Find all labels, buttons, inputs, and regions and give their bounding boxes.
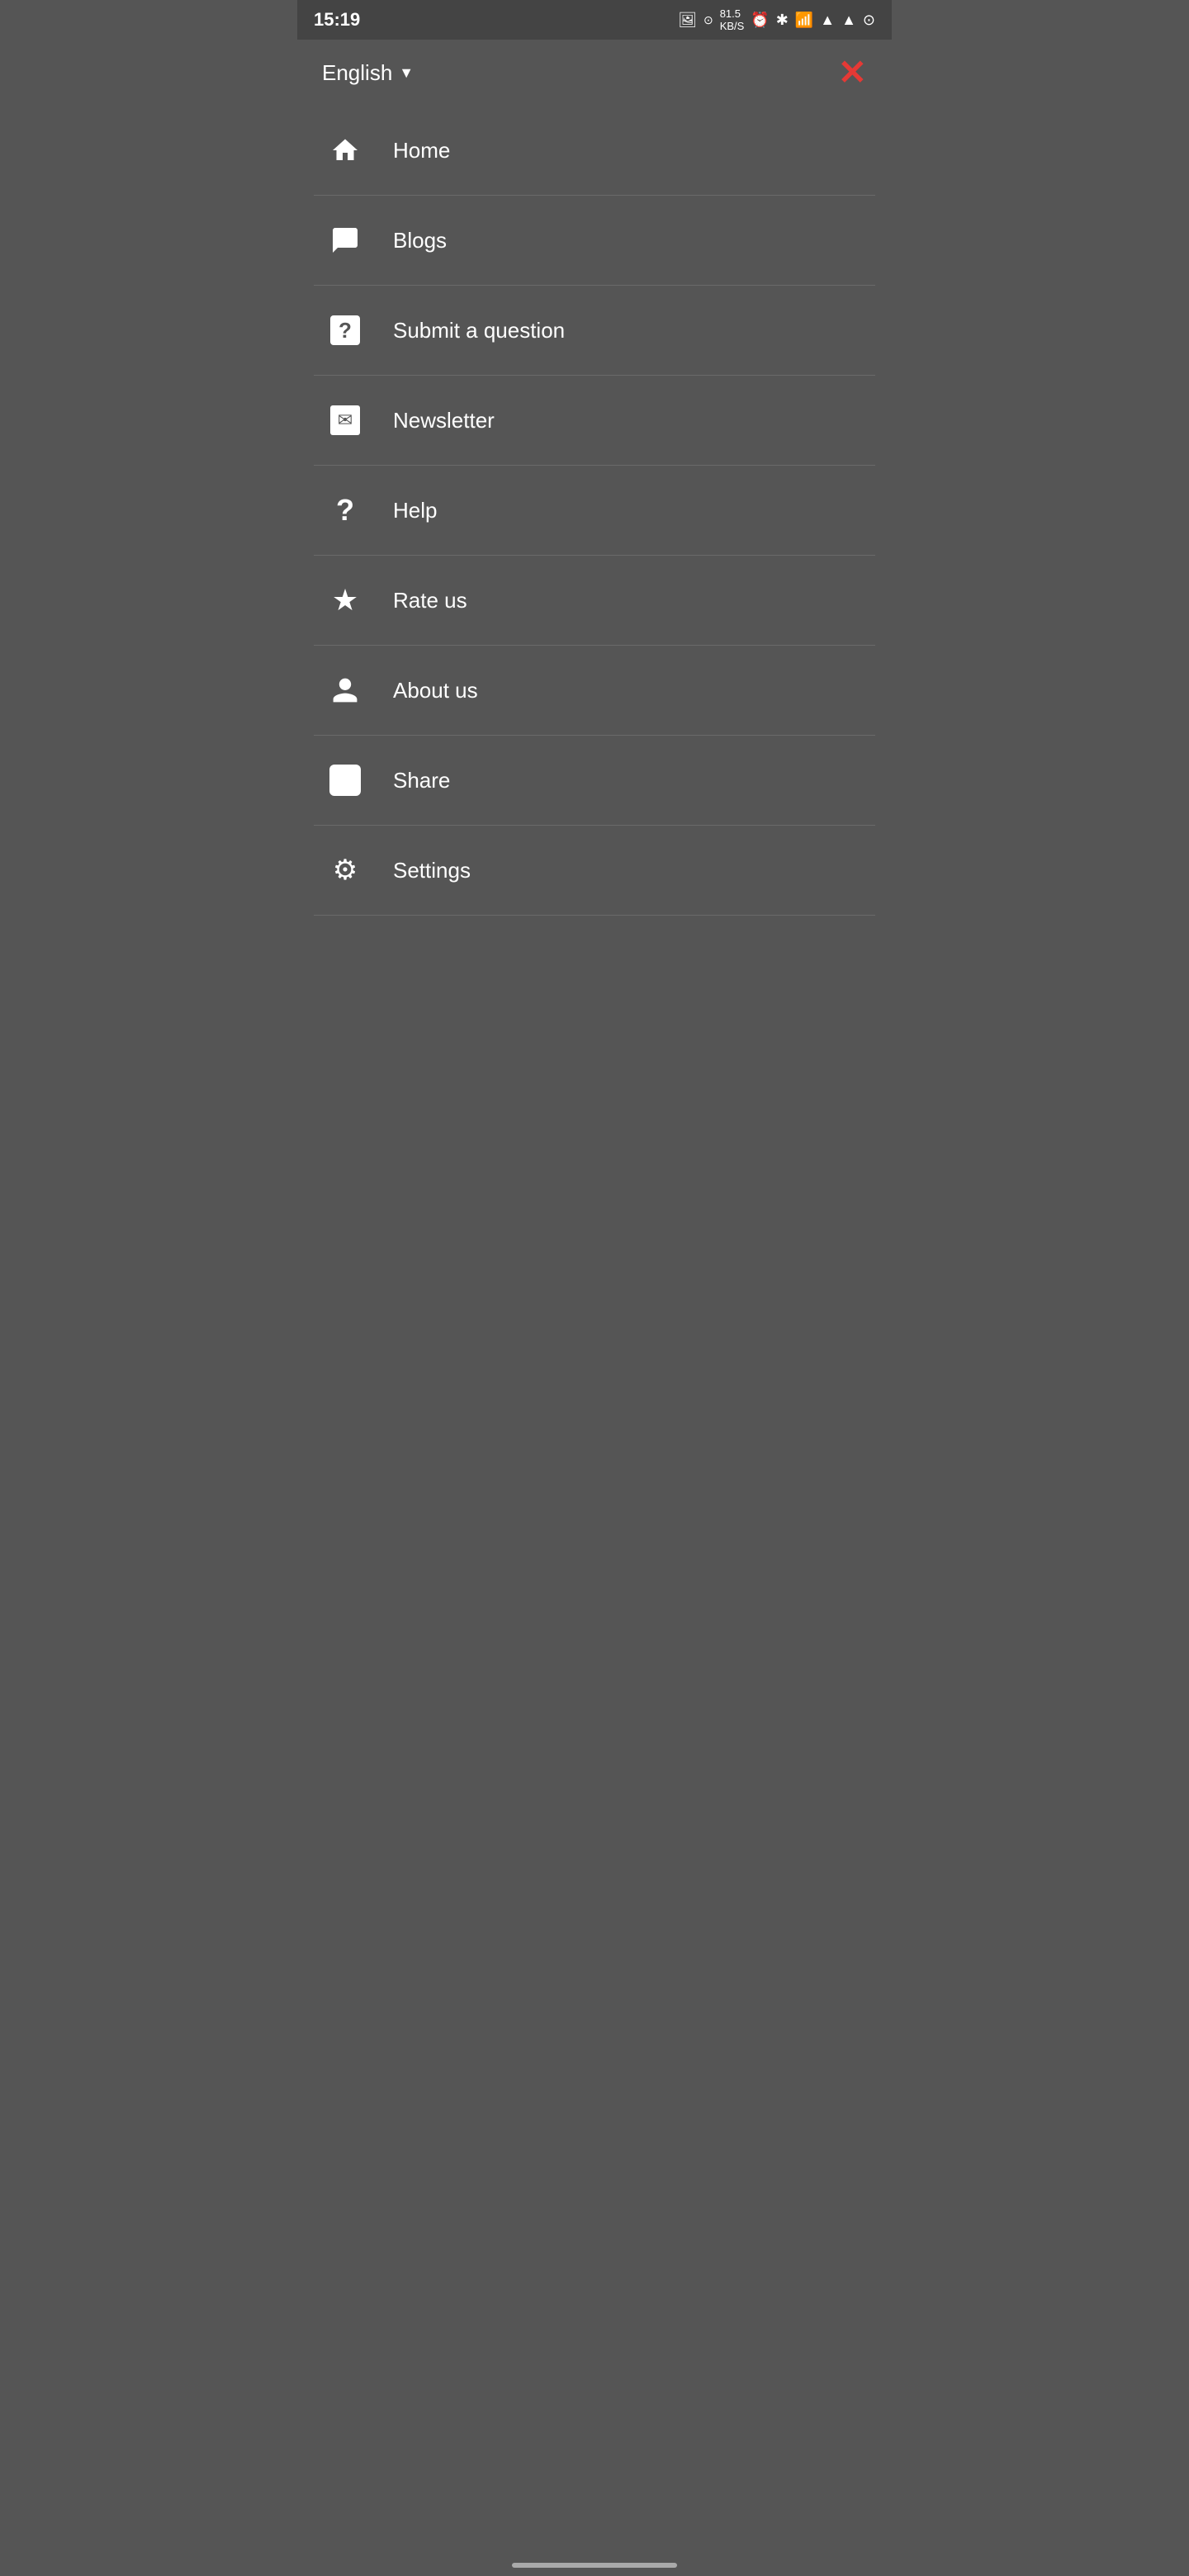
signal-icon2: ▲ [841,12,856,29]
home-label: Home [393,138,450,163]
close-button[interactable]: ✕ [838,55,867,90]
share-label: Share [393,768,450,793]
help-label: Help [393,498,437,523]
sidebar-item-home[interactable]: Home [314,106,875,196]
settings-label: Settings [393,858,471,883]
sidebar-item-rate-us[interactable]: Rate us [314,556,875,646]
sidebar-item-share[interactable]: Share [314,736,875,826]
about-us-icon [330,675,360,705]
language-selector[interactable]: English ▼ [322,60,414,86]
record-indicator: ⊙ [703,13,713,27]
settings-icon [333,854,358,887]
wifi-icon: 📶 [795,12,813,29]
status-bar: 15:19 🖼 ⊙ 81.5KB/S ⏰ ✱ 📶 ▲ ▲ ⊙ [297,0,892,40]
newsletter-label: Newsletter [393,408,495,433]
chevron-down-icon: ▼ [399,64,414,82]
signal-icon1: ▲ [820,12,835,29]
submit-question-label: Submit a question [393,318,565,343]
sidebar-item-blogs[interactable]: Blogs [314,196,875,286]
about-us-label: About us [393,678,478,703]
status-icons: 🖼 ⊙ 81.5KB/S ⏰ ✱ 📶 ▲ ▲ ⊙ [678,7,875,32]
speed-indicator: 81.5KB/S [720,7,745,32]
share-icon [329,765,361,796]
home-icon [330,135,360,165]
bluetooth-icon: ✱ [776,12,789,29]
status-time: 15:19 [314,9,360,31]
rate-us-icon [332,583,358,618]
sidebar-item-newsletter[interactable]: ✉ Newsletter [314,376,875,466]
header: English ▼ ✕ [297,40,892,106]
bottom-nav-bar [512,2563,677,2568]
newsletter-icon: ✉ [330,405,360,435]
sidebar-item-about-us[interactable]: About us [314,646,875,736]
image-icon: 🖼 [678,12,697,29]
rate-us-label: Rate us [393,588,467,613]
blogs-icon [330,225,360,255]
menu-list: Home Blogs ? Submit a question ✉ Newslet… [297,106,892,916]
language-label: English [322,60,392,86]
dot-icon: ⊙ [863,12,875,29]
sidebar-item-settings[interactable]: Settings [314,826,875,916]
blogs-label: Blogs [393,228,447,253]
submit-question-icon: ? [330,315,360,345]
alarm-icon: ⏰ [751,12,769,29]
sidebar-item-help[interactable]: Help [314,466,875,556]
help-icon [336,493,354,528]
sidebar-item-submit-question[interactable]: ? Submit a question [314,286,875,376]
